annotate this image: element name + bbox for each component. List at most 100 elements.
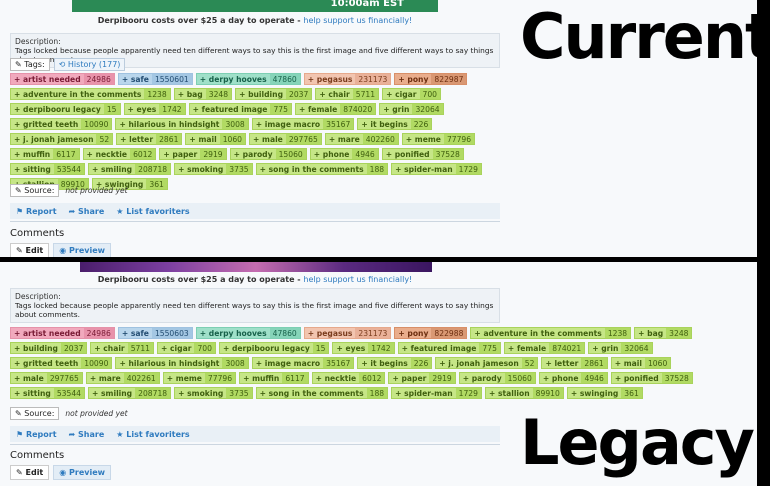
tag-item[interactable]: + derpy hooves 47860 bbox=[195, 327, 301, 339]
tag-item[interactable]: + derpy hooves 47860 bbox=[195, 73, 301, 85]
tab-edit[interactable]: ✎ Edit bbox=[10, 243, 50, 257]
tag-item[interactable]: + song in the comments 188 bbox=[255, 387, 389, 399]
tag-item[interactable]: + gritted teeth 10090 bbox=[10, 357, 113, 369]
tab-preview[interactable]: ◉ Preview bbox=[53, 243, 112, 257]
tag-item[interactable]: + mare 402260 bbox=[324, 133, 399, 145]
tag-item[interactable]: + it begins 226 bbox=[357, 357, 433, 369]
tag-plus-icon: + bbox=[259, 389, 269, 398]
tag-plus-icon: + bbox=[255, 120, 265, 129]
tag-item[interactable]: + hilarious in hindsight 3008 bbox=[115, 357, 249, 369]
tag-item[interactable]: + adventure in the comments 1238 bbox=[10, 88, 171, 100]
tab-preview[interactable]: ◉ Preview bbox=[53, 465, 112, 480]
tag-item[interactable]: + building 2037 bbox=[10, 342, 88, 354]
tag-item[interactable]: + gritted teeth 10090 bbox=[10, 118, 113, 130]
tag-item[interactable]: + hilarious in hindsight 3008 bbox=[115, 118, 249, 130]
tag-item[interactable]: + smoking 3735 bbox=[174, 387, 253, 399]
tag-item[interactable]: + male 297765 bbox=[10, 372, 83, 384]
tag-item[interactable]: + mail 1060 bbox=[185, 133, 247, 145]
tag-item[interactable]: + featured image 775 bbox=[397, 342, 501, 354]
tag-item[interactable]: + building 2037 bbox=[235, 88, 313, 100]
tag-name: featured image bbox=[201, 105, 268, 114]
tag-item[interactable]: + artist needed 24986 bbox=[10, 327, 115, 339]
tag-item[interactable]: + female 874021 bbox=[503, 342, 586, 354]
funding-link[interactable]: help support us financially! bbox=[303, 275, 412, 284]
tag-item[interactable]: + parody 15060 bbox=[458, 372, 536, 384]
tag-item[interactable]: + derpibooru legacy 15 bbox=[218, 342, 330, 354]
tag-item[interactable]: + meme 77796 bbox=[162, 372, 237, 384]
tag-item[interactable]: + safe 1550601 bbox=[117, 73, 193, 85]
tag-item[interactable]: + it begins 226 bbox=[357, 118, 433, 130]
top-banner-image[interactable] bbox=[80, 262, 432, 272]
tag-item[interactable]: + pony 822988 bbox=[394, 327, 468, 339]
tag-item[interactable]: + grin 32064 bbox=[379, 103, 444, 115]
tag-item[interactable]: + j. jonah jameson 52 bbox=[10, 133, 114, 145]
tag-item[interactable]: + swinging 361 bbox=[566, 387, 643, 399]
tag-item[interactable]: + mare 402261 bbox=[85, 372, 160, 384]
tags-edit-button[interactable]: ✎ Tags: bbox=[10, 58, 50, 71]
tag-item[interactable]: + ponified 37528 bbox=[610, 372, 693, 384]
tag-item[interactable]: + necktie 6012 bbox=[82, 148, 157, 160]
tag-item[interactable]: + song in the comments 188 bbox=[255, 163, 389, 175]
source-edit-button[interactable]: ✎ Source: bbox=[10, 407, 60, 420]
tag-item[interactable]: + spider-man 1729 bbox=[391, 163, 482, 175]
tag-item[interactable]: + meme 77796 bbox=[401, 133, 476, 145]
tag-item[interactable]: + smiling 208718 bbox=[88, 163, 172, 175]
tag-item[interactable]: + phone 4946 bbox=[538, 372, 608, 384]
description-title: Description: bbox=[15, 37, 61, 46]
tab-edit[interactable]: ✎ Edit bbox=[10, 465, 50, 480]
share-icon: ➦ bbox=[68, 206, 76, 216]
history-button[interactable]: ⟲ History (177) bbox=[53, 58, 126, 71]
funding-link[interactable]: help support us financially! bbox=[303, 16, 412, 25]
tag-item[interactable]: + image macro 35167 bbox=[251, 118, 355, 130]
tag-item[interactable]: + parody 15060 bbox=[229, 148, 307, 160]
tag-item[interactable]: + pony 822987 bbox=[394, 73, 468, 85]
tag-item[interactable]: + safe 1550603 bbox=[117, 327, 193, 339]
tag-item[interactable]: + featured image 775 bbox=[188, 103, 292, 115]
tag-item[interactable]: + sitting 53544 bbox=[10, 387, 86, 399]
tag-count: 822987 bbox=[431, 74, 467, 84]
tag-item[interactable]: + female 874020 bbox=[294, 103, 377, 115]
top-banner-image[interactable]: 10:00am EST bbox=[72, 0, 438, 12]
tag-item[interactable]: + necktie 6012 bbox=[311, 372, 386, 384]
tag-item[interactable]: + smiling 208718 bbox=[88, 387, 172, 399]
tag-item[interactable]: + sitting 53544 bbox=[10, 163, 86, 175]
tag-item[interactable]: + grin 32064 bbox=[588, 342, 653, 354]
tag-item[interactable]: + artist needed 24986 bbox=[10, 73, 115, 85]
tag-item[interactable]: + bag 3248 bbox=[634, 327, 693, 339]
share-button[interactable]: ➦ Share bbox=[69, 207, 105, 216]
source-edit-button[interactable]: ✎ Source: bbox=[10, 184, 60, 197]
tag-item[interactable]: + ponified 37528 bbox=[381, 148, 464, 160]
tag-item[interactable]: + pegasus 231173 bbox=[303, 327, 392, 339]
tag-item[interactable]: + eyes 1742 bbox=[123, 103, 186, 115]
tag-item[interactable]: + image macro 35167 bbox=[251, 357, 355, 369]
tag-item[interactable]: + j. jonah jameson 52 bbox=[435, 357, 539, 369]
tag-name: smiling bbox=[101, 165, 133, 174]
tag-item[interactable]: + phone 4946 bbox=[309, 148, 379, 160]
tag-item[interactable]: + muffin 6117 bbox=[10, 148, 80, 160]
tag-item[interactable]: + adventure in the comments 1238 bbox=[470, 327, 632, 339]
favoriters-button[interactable]: ★ List favoriters bbox=[116, 207, 189, 216]
tag-item[interactable]: + cigar 700 bbox=[157, 342, 216, 354]
tag-item[interactable]: + bag 3248 bbox=[173, 88, 233, 100]
tag-count: 35167 bbox=[323, 358, 354, 368]
tag-item[interactable]: + letter 2861 bbox=[541, 357, 608, 369]
report-button[interactable]: ⚑ Report bbox=[16, 430, 57, 439]
tag-item[interactable]: + spider-man 1729 bbox=[391, 387, 482, 399]
tag-item[interactable]: + paper 2919 bbox=[159, 148, 227, 160]
tag-item[interactable]: + derpibooru legacy 15 bbox=[10, 103, 121, 115]
tag-item[interactable]: + muffin 6117 bbox=[239, 372, 309, 384]
favoriters-button[interactable]: ★ List favoriters bbox=[116, 430, 189, 439]
tag-item[interactable]: + mail 1060 bbox=[610, 357, 672, 369]
report-button[interactable]: ⚑ Report bbox=[16, 207, 57, 216]
tag-item[interactable]: + chair 5711 bbox=[315, 88, 380, 100]
tag-item[interactable]: + pegasus 231173 bbox=[303, 73, 392, 85]
tag-item[interactable]: + smoking 3735 bbox=[174, 163, 253, 175]
tag-item[interactable]: + letter 2861 bbox=[116, 133, 183, 145]
tag-item[interactable]: + male 297765 bbox=[249, 133, 322, 145]
tag-item[interactable]: + stallion89910 bbox=[484, 387, 564, 399]
tag-item[interactable]: + chair 5711 bbox=[90, 342, 155, 354]
tag-item[interactable]: + paper 2919 bbox=[388, 372, 456, 384]
tag-item[interactable]: + eyes 1742 bbox=[332, 342, 395, 354]
tag-item[interactable]: + cigar 700 bbox=[382, 88, 442, 100]
share-button[interactable]: ➦ Share bbox=[69, 430, 105, 439]
